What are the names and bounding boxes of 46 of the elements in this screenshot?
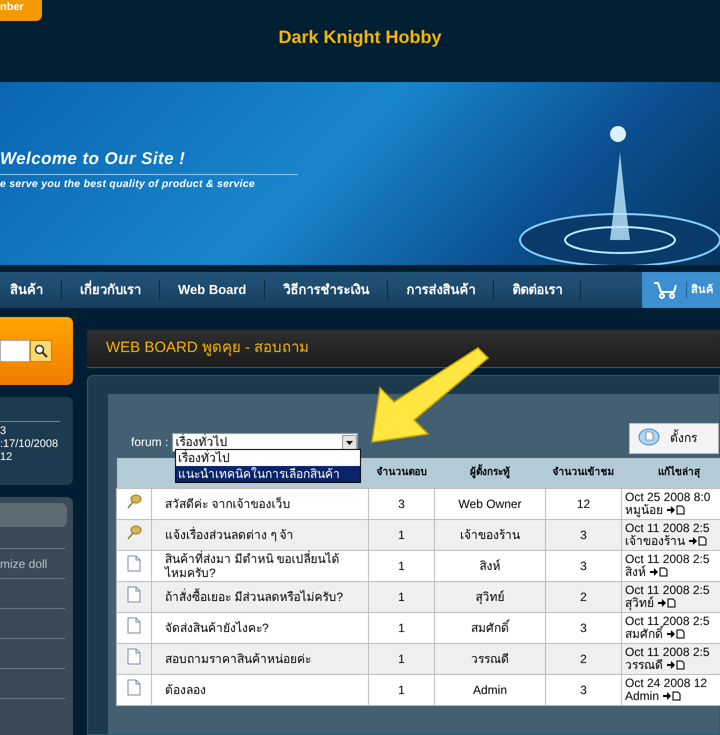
topic-author: วรรณดี xyxy=(434,643,546,674)
column-header: จำนวนตอบ xyxy=(368,458,434,488)
reply-count: 1 xyxy=(368,674,434,705)
site-title: Dark Knight Hobby xyxy=(278,26,442,49)
reply-count: 1 xyxy=(368,550,434,581)
reply-count: 1 xyxy=(368,612,434,643)
topic-author: Web Owner xyxy=(434,488,546,519)
topic-author: Admin xyxy=(434,674,546,705)
topic-author: เจ้าของร้าน xyxy=(434,519,546,550)
column-header: จำนวนเข้าชม xyxy=(546,458,622,488)
column-header: ผู้ตั้งกระทู้ xyxy=(434,458,546,488)
info-line: 12 xyxy=(0,451,14,464)
topic-author: สุวิทย์ xyxy=(434,581,546,612)
view-count: 3 xyxy=(546,519,622,550)
info-line: :17/10/2008 xyxy=(0,438,60,451)
last-post-date: Oct 11 2008 2:5 xyxy=(625,552,711,566)
last-poster: หมูน้อย xyxy=(625,504,663,516)
view-count: 2 xyxy=(546,581,622,612)
reply-count: 1 xyxy=(368,643,434,674)
view-count: 3 xyxy=(546,674,622,705)
last-post-date: Oct 25 2008 8:0 xyxy=(625,490,712,504)
last-post-date: Oct 11 2008 2:5 xyxy=(625,522,711,534)
last-poster: Admin xyxy=(625,690,660,702)
view-count: 2 xyxy=(546,643,622,674)
view-count: 3 xyxy=(546,612,622,643)
column-header: แก้ไขล่าสุ xyxy=(622,458,720,488)
tagline: e serve you the best quality of product & service xyxy=(0,176,256,192)
info-line: 3 xyxy=(0,425,8,438)
last-poster: เจ้าของร้าน xyxy=(625,534,685,548)
last-poster: วรรณดี xyxy=(625,658,663,672)
reply-count: 1 xyxy=(368,519,434,550)
last-post-date: Oct 11 2008 2:5 xyxy=(625,584,711,596)
forum-label: forum : xyxy=(131,434,168,451)
last-post-date: Oct 11 2008 2:5 xyxy=(625,646,711,658)
topic-author: สมศักดิ์ xyxy=(434,612,546,643)
reply-count: 3 xyxy=(368,488,434,519)
view-count: 12 xyxy=(546,488,622,519)
last-poster: สุวิทย์ xyxy=(625,596,654,610)
view-count: 3 xyxy=(546,550,622,581)
topic-author: สิงห์ xyxy=(434,550,546,581)
last-post-date: Oct 24 2008 12 xyxy=(625,676,708,690)
board-title: WEB BOARD พูดคุย - สอบถาม xyxy=(106,338,310,358)
reply-count: 1 xyxy=(368,581,434,612)
last-poster: สมศักดิ์ xyxy=(625,628,663,640)
last-poster: สิงห์ xyxy=(625,566,646,578)
welcome-headline: Welcome to Our Site ! xyxy=(0,148,186,170)
